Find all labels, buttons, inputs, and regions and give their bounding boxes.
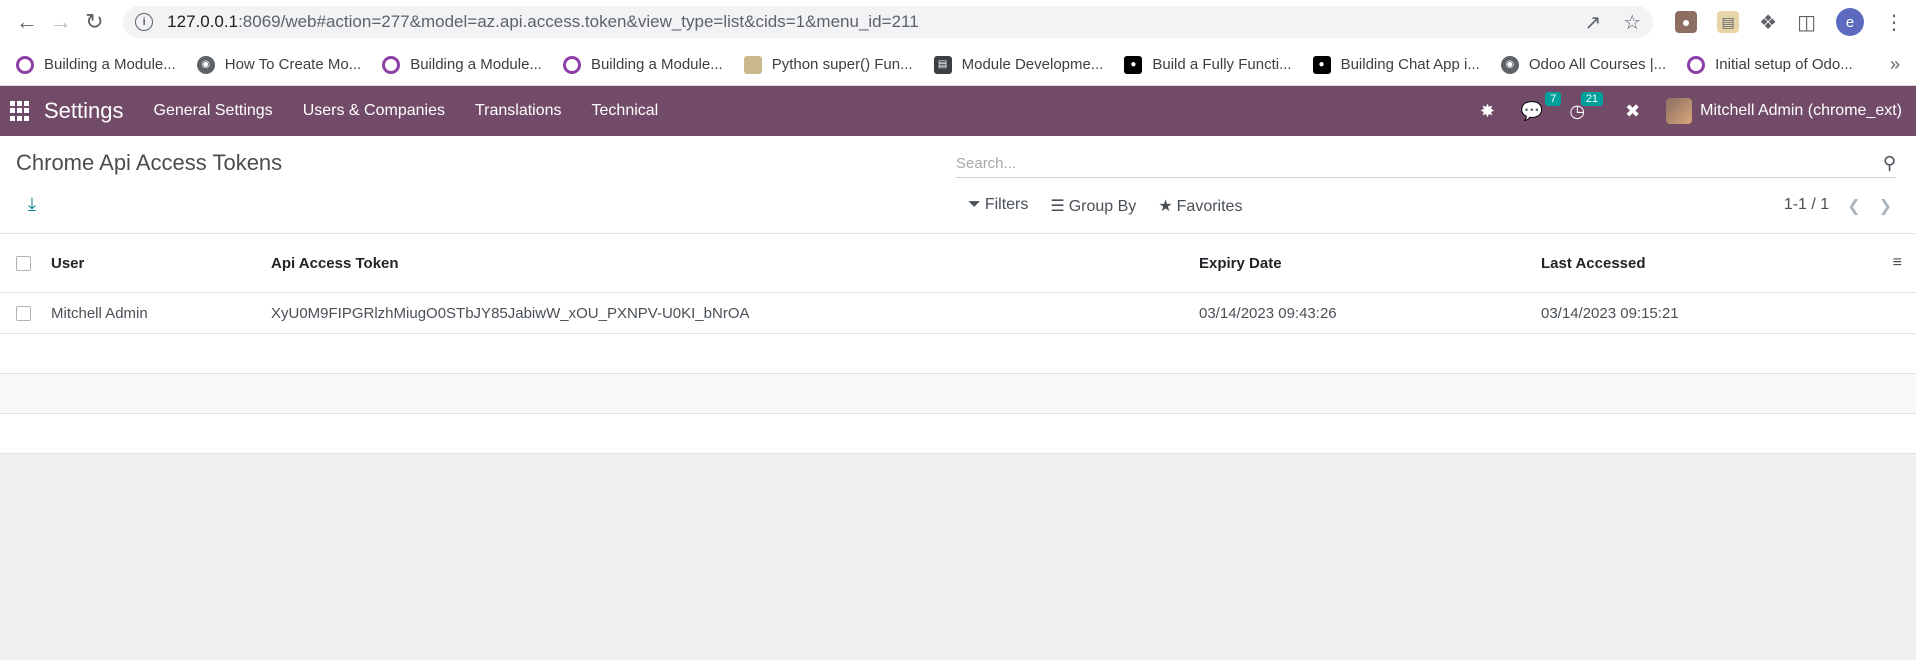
row-checkbox[interactable] xyxy=(16,305,31,321)
reload-icon[interactable]: ↻ xyxy=(79,4,109,40)
bookmark-item[interactable]: ▤ Module Developme... xyxy=(933,55,1104,74)
messages-icon[interactable]: 💬 7 xyxy=(1521,91,1562,122)
main-navbar: Settings General Settings Users & Compan… xyxy=(0,86,1916,136)
menu-translations[interactable]: Translations xyxy=(475,102,562,120)
bookmark-label: Initial setup of Odo... xyxy=(1715,56,1853,73)
extension-monkey-icon[interactable]: ● xyxy=(1675,11,1698,33)
bookmark-item[interactable]: Initial setup of Odo... xyxy=(1687,55,1853,74)
search-icon[interactable]: ⚲ xyxy=(1883,153,1896,174)
bookmark-label: Building a Module... xyxy=(590,56,723,73)
extensions-puzzle-icon[interactable]: ❖ xyxy=(1759,10,1777,35)
pager-value[interactable]: 1-1 / 1 xyxy=(1784,196,1829,216)
debug-bug-icon[interactable]: ✸ xyxy=(1480,101,1495,122)
side-panel-icon[interactable]: ◫ xyxy=(1797,10,1816,35)
bookmark-item[interactable]: ● Build a Fully Functi... xyxy=(1124,55,1292,74)
filter-icon: ⏷ xyxy=(968,196,981,213)
download-icon[interactable]: ⤓ xyxy=(28,194,36,215)
site-info-icon[interactable]: i xyxy=(135,13,154,31)
bookmark-item[interactable]: Python super() Fun... xyxy=(743,55,913,74)
bookmark-label: Odoo All Courses |... xyxy=(1528,56,1667,73)
apps-menu-icon[interactable] xyxy=(10,101,30,121)
control-panel: Chrome Api Access Tokens ⤓ ⚲ ⏷Filters ☰G… xyxy=(0,136,1916,234)
ring-icon xyxy=(562,55,581,74)
cell-last-accessed: 03/14/2023 09:15:21 xyxy=(1541,304,1679,322)
search-input[interactable] xyxy=(956,155,1883,172)
bookmark-label: Building a Module... xyxy=(44,56,176,73)
user-menu[interactable]: Mitchell Admin (chrome_ext) xyxy=(1666,98,1902,124)
ring-icon xyxy=(16,55,34,74)
browser-toolbar: ← → ↻ i 127.0.0.1:8069/web#action=277&mo… xyxy=(0,0,1916,44)
app-brand[interactable]: Settings xyxy=(44,98,124,124)
bookmark-label: Build a Fully Functi... xyxy=(1152,56,1292,73)
optional-columns-icon[interactable]: ≡ xyxy=(1893,254,1902,272)
column-token[interactable]: Api Access Token xyxy=(271,255,1199,272)
ring-icon xyxy=(382,55,401,74)
chrome-menu-icon[interactable]: ⋮ xyxy=(1884,10,1904,35)
bookmark-item[interactable]: Building a Module... xyxy=(382,55,542,74)
user-name: Mitchell Admin (chrome_ext) xyxy=(1700,102,1902,119)
bookmark-item[interactable]: ◉ How To Create Mo... xyxy=(196,55,362,74)
globe-icon: ◉ xyxy=(196,55,215,74)
list-view: User Api Access Token Expiry Date Last A… xyxy=(0,234,1916,454)
site-icon xyxy=(743,55,762,74)
empty-row xyxy=(0,414,1916,454)
pager-previous-icon[interactable]: ❮ xyxy=(1847,196,1860,216)
bookmark-item[interactable]: ◉ Odoo All Courses |... xyxy=(1500,55,1667,74)
table-row[interactable]: Mitchell Admin XyU0M9FIPGRlzhMiugO0STbJY… xyxy=(0,293,1916,334)
bookmark-item[interactable]: ● Building Chat App i... xyxy=(1312,55,1480,74)
bookmark-item[interactable]: Building a Module... xyxy=(16,55,176,74)
bookmark-label: Building Chat App i... xyxy=(1340,56,1480,73)
bookmarks-bar: Building a Module... ◉ How To Create Mo...… xyxy=(0,44,1916,86)
activity-badge: 21 xyxy=(1580,91,1604,106)
cell-token: XyU0M9FIPGRlzhMiugO0STbJY85JabiwW_xOU_PX… xyxy=(271,304,750,322)
column-user[interactable]: User xyxy=(51,255,271,272)
favorites-button[interactable]: ★ Favorites xyxy=(1158,196,1242,216)
empty-row xyxy=(0,374,1916,414)
search-bar: ⚲ xyxy=(956,150,1896,178)
profile-avatar[interactable]: e xyxy=(1836,8,1864,36)
bookmark-label: How To Create Mo... xyxy=(224,56,362,73)
column-last-accessed[interactable]: Last Accessed xyxy=(1541,255,1893,272)
bookmark-label: Python super() Fun... xyxy=(771,56,913,73)
bookmarks-overflow-icon[interactable]: » xyxy=(1890,54,1900,75)
share-icon[interactable]: ↗ xyxy=(1584,10,1601,35)
medium-icon: ● xyxy=(1312,55,1331,74)
bookmark-star-icon[interactable]: ☆ xyxy=(1623,10,1641,35)
doc-icon: ▤ xyxy=(933,55,952,74)
activity-clock-icon[interactable]: ◷ 21 xyxy=(1569,91,1604,122)
cell-expiry: 03/14/2023 09:43:26 xyxy=(1199,304,1337,322)
filters-button[interactable]: ⏷ Filters xyxy=(968,196,1028,216)
address-bar[interactable]: i 127.0.0.1:8069/web#action=277&model=az… xyxy=(123,6,1654,38)
empty-row xyxy=(0,334,1916,374)
messages-badge: 7 xyxy=(1545,91,1562,106)
pager: 1-1 / 1 ❮ ❯ xyxy=(1784,196,1892,216)
menu-general-settings[interactable]: General Settings xyxy=(154,102,273,120)
pager-next-icon[interactable]: ❯ xyxy=(1879,196,1892,216)
layers-icon: ☰ xyxy=(1050,198,1065,215)
avatar xyxy=(1666,98,1693,124)
menu-technical[interactable]: Technical xyxy=(592,102,659,120)
back-icon[interactable]: ← xyxy=(12,4,42,40)
page-title: Chrome Api Access Tokens xyxy=(16,150,283,175)
ring-icon xyxy=(1687,55,1706,74)
column-expiry[interactable]: Expiry Date xyxy=(1199,255,1541,272)
forward-icon[interactable]: → xyxy=(46,4,76,40)
globe-icon: ◉ xyxy=(1500,55,1519,74)
medium-icon: ● xyxy=(1124,55,1143,74)
bookmark-label: Building a Module... xyxy=(410,56,542,73)
bookmark-item[interactable]: Building a Module... xyxy=(562,55,723,74)
extension-card-icon[interactable]: ▤ xyxy=(1717,11,1740,33)
cell-user: Mitchell Admin xyxy=(51,304,148,322)
star-icon: ★ xyxy=(1158,198,1173,215)
group-by-button[interactable]: ☰ Group By xyxy=(1050,196,1136,216)
tools-icon[interactable]: ✖ xyxy=(1625,101,1640,122)
url-text: 127.0.0.1:8069/web#action=277&model=az.a… xyxy=(167,12,919,31)
menu-users-companies[interactable]: Users & Companies xyxy=(303,102,445,120)
table-header: User Api Access Token Expiry Date Last A… xyxy=(0,234,1916,293)
select-all-checkbox[interactable] xyxy=(16,255,31,271)
bookmark-label: Module Developme... xyxy=(961,56,1104,73)
